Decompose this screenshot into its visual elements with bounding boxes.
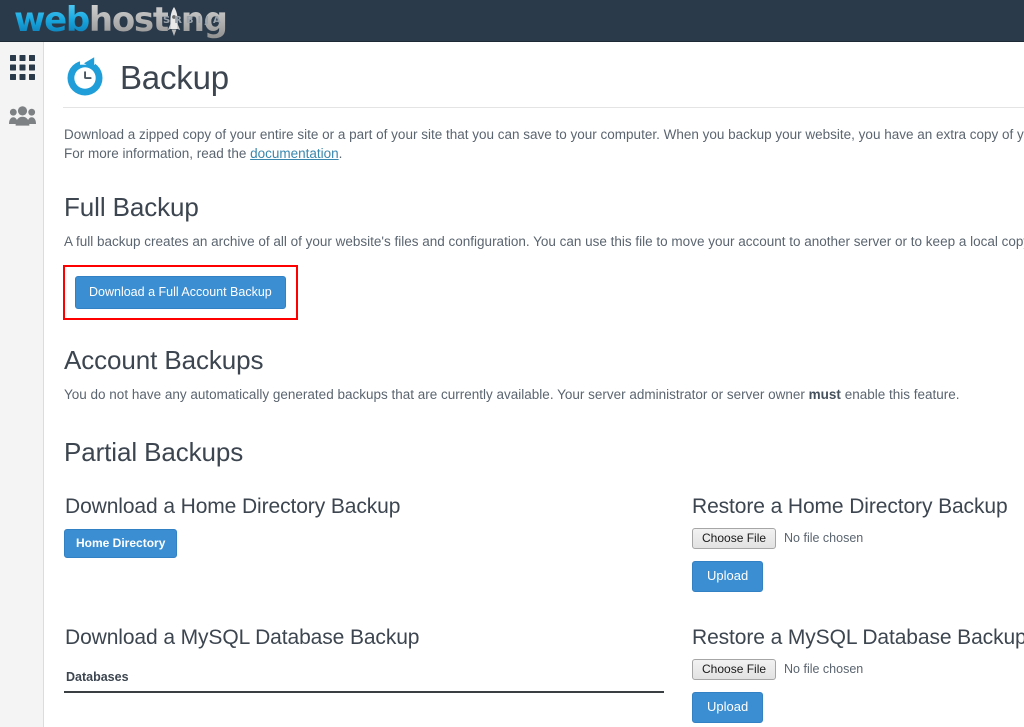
partial-backups-heading: Partial Backups bbox=[64, 437, 244, 467]
home-restore-choose-file-button[interactable]: Choose File bbox=[692, 527, 777, 549]
page-title: Backup bbox=[120, 59, 229, 96]
home-directory-download-heading: Download a Home Directory Backup bbox=[65, 495, 401, 518]
home-restore-file-input-row[interactable]: Choose File No file chosen bbox=[692, 527, 1024, 549]
left-sidebar bbox=[0, 42, 44, 727]
home-directory-restore-panel: Restore a Home Directory Backup Choose F… bbox=[692, 495, 1024, 592]
header-divider bbox=[63, 107, 1024, 108]
home-restore-file-status: No file chosen bbox=[784, 531, 864, 545]
mysql-restore-upload-group: Upload bbox=[692, 692, 1024, 723]
partial-backups-row-1: Download a Home Directory Backup Home Di… bbox=[64, 495, 1024, 592]
mysql-restore-choose-file-button[interactable]: Choose File bbox=[692, 658, 777, 680]
main-content-area: Backup Download a zipped copy of your en… bbox=[45, 42, 1024, 727]
grid-icon bbox=[9, 55, 35, 85]
databases-table-header: Databases bbox=[66, 670, 129, 684]
intro-suffix-text: . bbox=[338, 146, 343, 161]
logo-wordmark: webhost ng SRBIJA bbox=[14, 0, 228, 40]
mysql-restore-file-input-row[interactable]: Choose File No file chosen bbox=[692, 658, 1024, 680]
home-directory-restore-heading: Restore a Home Directory Backup bbox=[692, 495, 1008, 518]
home-restore-upload-group: Upload bbox=[692, 561, 1024, 592]
intro-prefix-text: For more information, read the bbox=[64, 146, 251, 161]
mysql-restore-panel: Restore a MySQL Database Backup Choose F… bbox=[692, 626, 1024, 723]
logo-host-text: host bbox=[88, 0, 169, 40]
account-backups-desc-emphasis: must bbox=[808, 387, 841, 402]
sidebar-item-users[interactable] bbox=[0, 94, 44, 142]
backup-clock-arrow-icon bbox=[63, 56, 107, 100]
partial-backups-row-2: Download a MySQL Database Backup Databas… bbox=[64, 626, 1024, 723]
home-directory-download-panel: Download a Home Directory Backup Home Di… bbox=[64, 495, 692, 592]
mysql-download-panel: Download a MySQL Database Backup Databas… bbox=[64, 626, 692, 723]
page-intro-line-2: For more information, read the documenta… bbox=[64, 144, 1024, 163]
full-backup-heading: Full Backup bbox=[64, 192, 199, 222]
account-backups-heading: Account Backups bbox=[64, 345, 264, 375]
account-backups-desc-part1: You do not have any automatically genera… bbox=[64, 387, 809, 402]
mysql-restore-heading: Restore a MySQL Database Backup bbox=[692, 626, 1024, 649]
home-directory-download-button[interactable]: Home Directory bbox=[64, 529, 178, 558]
documentation-link[interactable]: documentation bbox=[250, 146, 339, 161]
mysql-download-heading: Download a MySQL Database Backup bbox=[65, 626, 420, 649]
logo-subtitle: SRBIJA bbox=[163, 15, 225, 26]
sidebar-item-apps[interactable] bbox=[0, 46, 44, 94]
download-full-account-backup-button[interactable]: Download a Full Account Backup bbox=[75, 276, 286, 309]
top-header-bar: webhost ng SRBIJA bbox=[0, 0, 1024, 42]
account-backups-desc-part2: enable this feature. bbox=[840, 387, 960, 402]
account-backups-description: You do not have any automatically genera… bbox=[64, 385, 1024, 404]
mysql-restore-upload-button[interactable]: Upload bbox=[692, 692, 764, 723]
logo-web-text: web bbox=[14, 0, 90, 40]
full-backup-button-group: Download a Full Account Backup bbox=[63, 265, 298, 320]
databases-table-divider bbox=[64, 691, 664, 693]
page-intro-line-1: Download a zipped copy of your entire si… bbox=[64, 127, 1024, 142]
home-restore-upload-button[interactable]: Upload bbox=[692, 561, 764, 592]
site-logo[interactable]: webhost ng SRBIJA bbox=[14, 0, 228, 42]
page-header: Backup bbox=[55, 42, 1024, 100]
mysql-restore-file-status: No file chosen bbox=[784, 662, 864, 676]
full-backup-description: A full backup creates an archive of all … bbox=[64, 234, 1024, 249]
users-icon bbox=[8, 105, 36, 131]
